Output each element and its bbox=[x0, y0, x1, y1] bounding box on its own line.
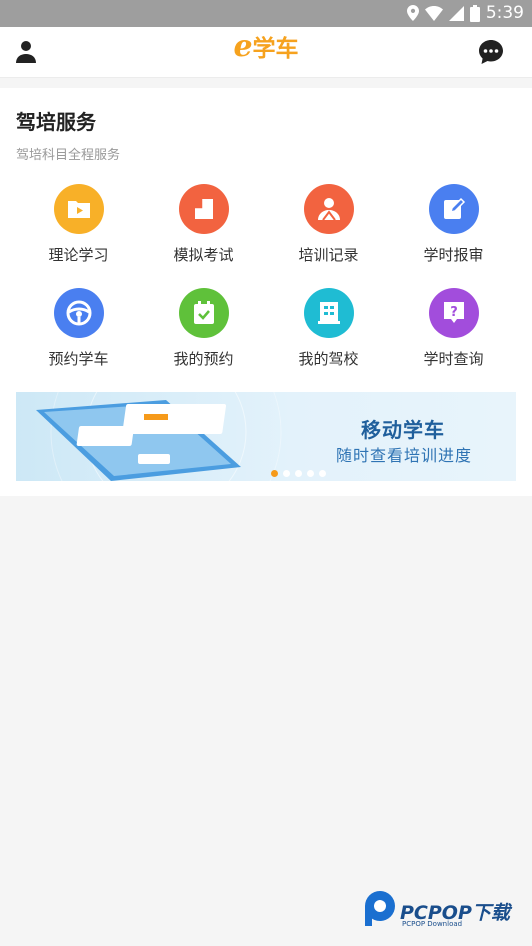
edit-icon bbox=[428, 184, 479, 234]
promo-banner[interactable]: 移动学车 随时查看培训进度 bbox=[16, 392, 516, 481]
service-item-mock-exam[interactable]: 模拟考试 bbox=[141, 184, 266, 265]
service-label: 模拟考试 bbox=[173, 246, 234, 264]
service-label: 我的预约 bbox=[173, 350, 234, 368]
message-icon[interactable] bbox=[478, 39, 504, 65]
section-subtitle: 驾培科目全程服务 bbox=[16, 148, 121, 163]
carousel-dot[interactable] bbox=[295, 470, 302, 477]
banner-headline: 移动学车 bbox=[361, 418, 445, 442]
video-folder-icon bbox=[53, 184, 104, 234]
question-icon: ? bbox=[428, 288, 479, 338]
document-icon bbox=[178, 184, 229, 234]
service-item-hours-review[interactable]: 学时报审 bbox=[391, 184, 516, 265]
carousel-indicator bbox=[271, 470, 326, 477]
logo-text: 学车 bbox=[252, 36, 299, 62]
svg-text:?: ? bbox=[450, 305, 458, 320]
watermark: PCPOP下载 PCPOP Download bbox=[362, 890, 522, 930]
service-label: 理论学习 bbox=[48, 246, 109, 264]
pcpop-logo-icon bbox=[365, 891, 395, 926]
service-label: 我的驾校 bbox=[298, 350, 359, 368]
section-title: 驾培服务 bbox=[16, 110, 96, 134]
status-bar: 5:39 bbox=[0, 0, 532, 27]
signal-icon bbox=[448, 5, 464, 21]
service-item-training-records[interactable]: 培训记录 bbox=[266, 184, 391, 265]
service-item-theory[interactable]: 理论学习 bbox=[16, 184, 141, 265]
building-icon bbox=[303, 288, 354, 338]
app-bar: e学车 bbox=[0, 27, 532, 78]
service-label: 预约学车 bbox=[48, 350, 109, 368]
service-label: 学时报审 bbox=[423, 246, 484, 264]
app-logo: e学车 bbox=[0, 29, 532, 64]
service-item-book-lesson[interactable]: 预约学车 bbox=[16, 288, 141, 369]
steering-wheel-icon bbox=[53, 288, 104, 338]
service-item-my-bookings[interactable]: 我的预约 bbox=[141, 288, 266, 369]
service-label: 学时查询 bbox=[423, 350, 484, 368]
wifi-icon bbox=[424, 5, 443, 21]
phone-illustration bbox=[36, 392, 282, 481]
service-card: 驾培服务 驾培科目全程服务 理论学习 模拟考试 培训记录 学时报审 预约学车 我… bbox=[0, 88, 532, 496]
carousel-dot[interactable] bbox=[319, 470, 326, 477]
logo-e: e bbox=[233, 29, 253, 64]
battery-icon bbox=[469, 4, 480, 22]
service-label: 培训记录 bbox=[298, 246, 359, 264]
banner-tagline: 随时查看培训进度 bbox=[336, 446, 473, 465]
location-icon bbox=[406, 5, 419, 21]
carousel-dot[interactable] bbox=[307, 470, 314, 477]
service-item-my-school[interactable]: 我的驾校 bbox=[266, 288, 391, 369]
instructor-icon bbox=[303, 184, 354, 234]
watermark-sub: PCPOP Download bbox=[402, 920, 463, 928]
service-item-hours-query[interactable]: ? 学时查询 bbox=[391, 288, 516, 369]
carousel-dot[interactable] bbox=[271, 470, 278, 477]
status-time: 5:39 bbox=[485, 3, 524, 23]
calendar-check-icon bbox=[178, 288, 229, 338]
carousel-dot[interactable] bbox=[283, 470, 290, 477]
